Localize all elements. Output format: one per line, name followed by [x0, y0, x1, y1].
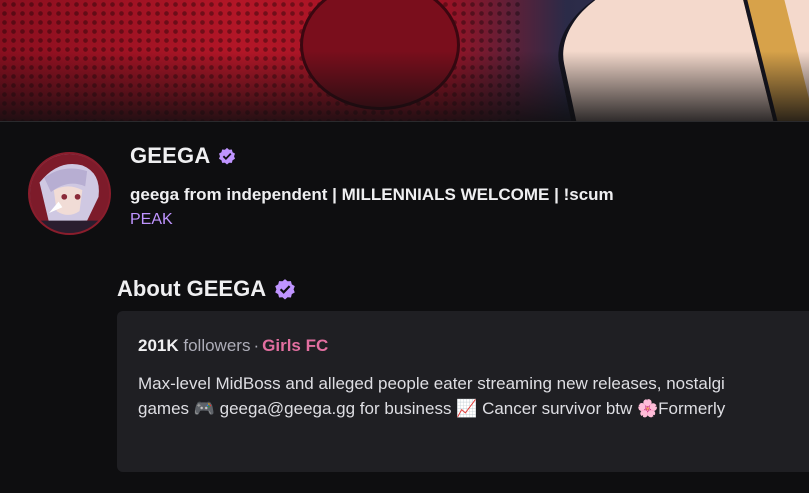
bio-line: Max-level MidBoss and alleged people eat…	[138, 374, 725, 393]
followers-label: followers	[183, 336, 251, 355]
team-link[interactable]: Girls FC	[262, 336, 328, 355]
stats-separator: ·	[253, 336, 260, 355]
profile-banner	[0, 0, 809, 121]
channel-name-row: GEEGA	[130, 143, 236, 169]
about-card: 201K followers · Girls FC Max-level MidBos…	[117, 311, 809, 472]
about-heading: About GEEGA	[117, 276, 296, 302]
channel-bio: Max-level MidBoss and alleged people eat…	[138, 371, 809, 421]
stream-title: geega from independent | MILLENNIALS WEL…	[130, 185, 614, 204]
bio-line: games 🎮 geega@geega.gg for business 📈 Ca…	[138, 399, 726, 418]
about-title: About GEEGA	[117, 276, 267, 301]
followers-count: 201K	[138, 336, 179, 355]
banner-divider	[0, 121, 809, 122]
follower-stats: 201K followers · Girls FC	[138, 336, 328, 356]
category-link[interactable]: PEAK	[130, 211, 173, 229]
avatar-image	[30, 154, 109, 233]
channel-name[interactable]: GEEGA	[130, 143, 210, 169]
banner-fade	[0, 51, 809, 121]
channel-avatar[interactable]	[28, 152, 111, 235]
verified-badge-icon	[218, 147, 236, 165]
verified-badge-icon	[274, 278, 296, 300]
